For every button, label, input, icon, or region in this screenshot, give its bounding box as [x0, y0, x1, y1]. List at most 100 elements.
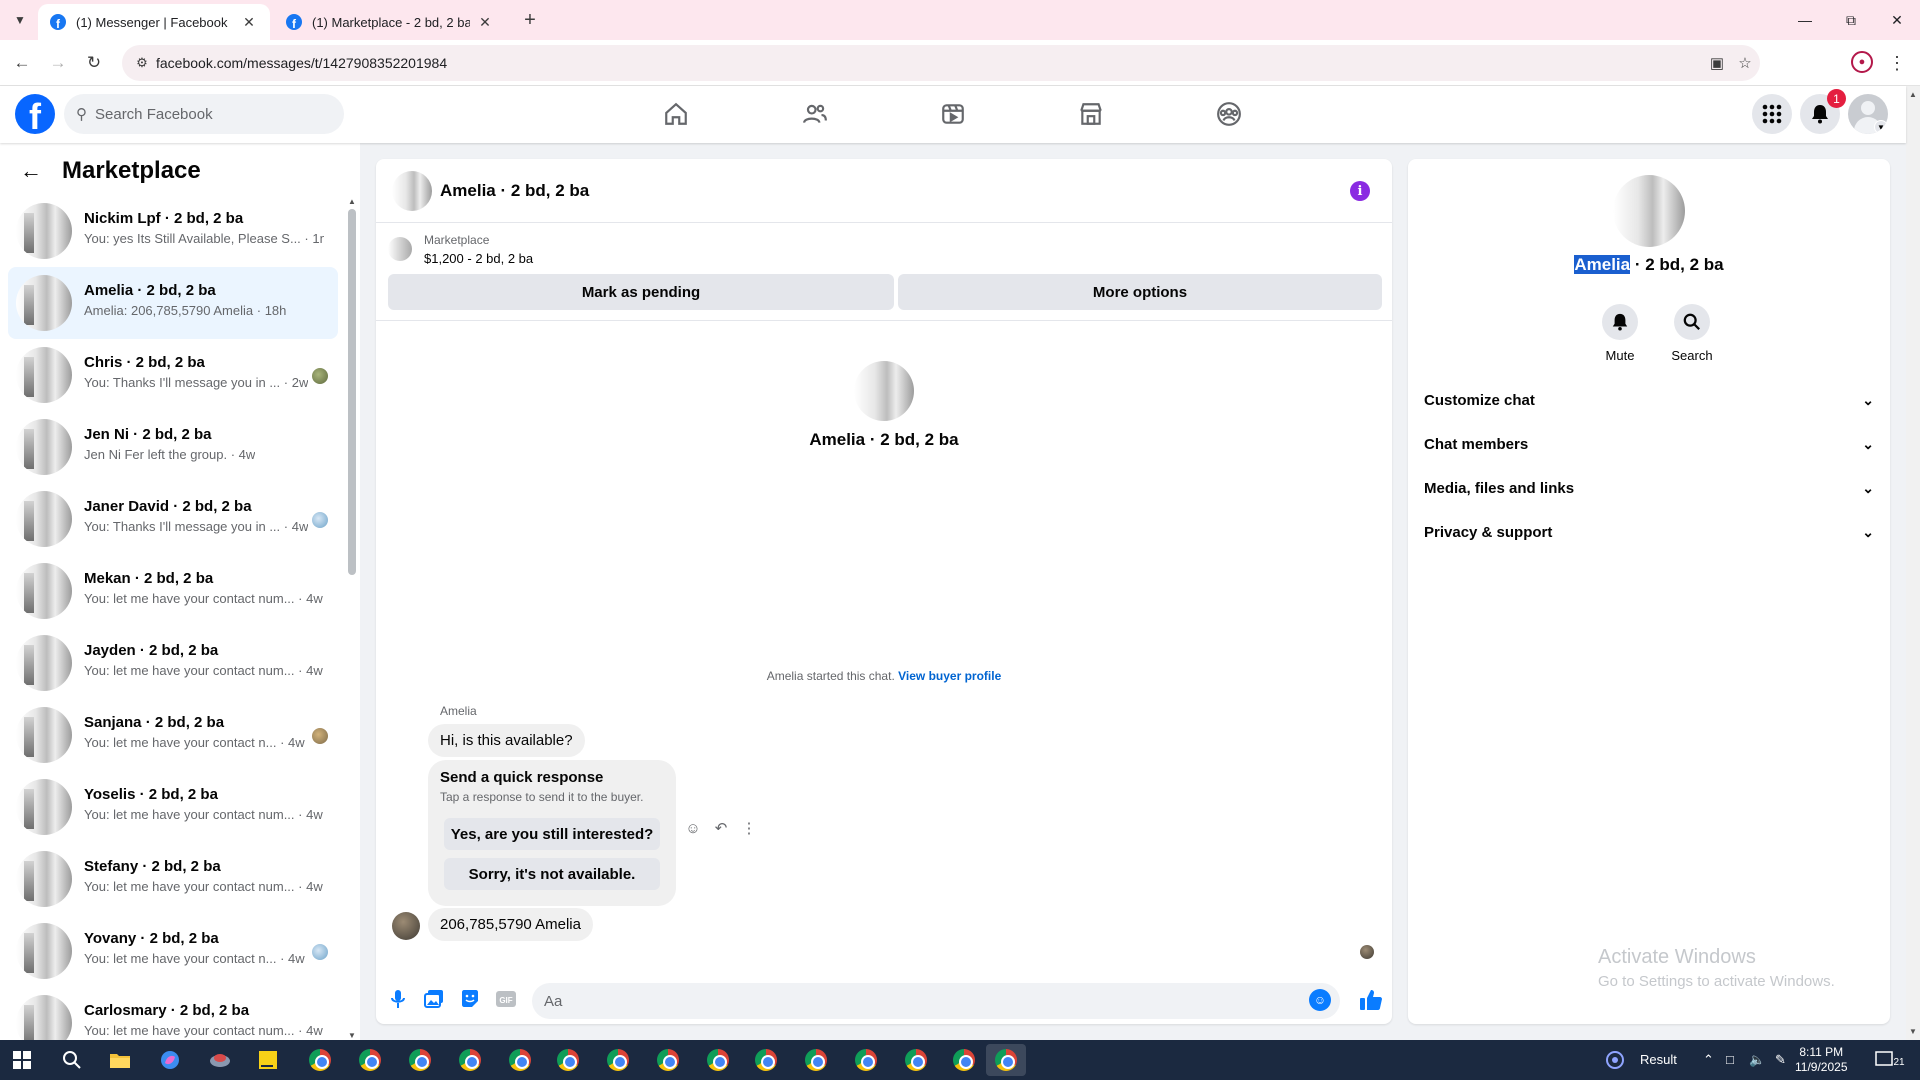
sender-avatar[interactable] — [392, 912, 420, 940]
chat-list-item[interactable]: Jen Ni · 2 bd, 2 ba Jen Ni Fer left the g… — [8, 411, 338, 483]
photo-icon[interactable] — [422, 987, 446, 1011]
browser-tab-marketplace[interactable]: f (1) Marketplace - 2 bd, 2 ba | Fa ✕ — [274, 4, 506, 40]
emoji-icon[interactable]: ☺ — [1309, 989, 1331, 1011]
show-hidden-icons-icon[interactable]: ⌃ — [1703, 1052, 1714, 1068]
volume-icon[interactable]: 🔈 — [1749, 1052, 1765, 1068]
chrome-icon[interactable] — [500, 1044, 540, 1076]
chat-list-item[interactable]: Chris · 2 bd, 2 ba You: Thanks I'll messa… — [8, 339, 338, 411]
more-options-button[interactable]: More options — [898, 274, 1382, 310]
home-icon[interactable] — [656, 94, 696, 134]
reply-icon[interactable]: ↶ — [711, 818, 731, 838]
gif-icon[interactable]: GIF — [494, 987, 518, 1011]
chat-list-item[interactable]: Sanjana · 2 bd, 2 ba You: let me have you… — [8, 699, 338, 771]
conversation-title[interactable]: Amelia · 2 bd, 2 ba — [440, 181, 589, 201]
marketplace-icon[interactable] — [1071, 94, 1111, 134]
result-app-icon[interactable] — [1600, 1044, 1630, 1076]
chrome-icon[interactable] — [846, 1044, 886, 1076]
facebook-search-input[interactable] — [95, 105, 315, 123]
back-icon[interactable]: ← — [10, 51, 34, 75]
message-bubble[interactable]: Hi, is this available? — [428, 724, 585, 757]
thumbs-up-icon[interactable] — [1358, 987, 1384, 1013]
chat-listing-avatar[interactable] — [16, 707, 72, 763]
copilot-icon[interactable] — [150, 1044, 190, 1076]
close-tab-icon[interactable]: ✕ — [240, 13, 258, 31]
chrome-icon[interactable] — [944, 1044, 984, 1076]
install-app-icon[interactable]: ▣ — [1708, 54, 1726, 72]
chat-list-item[interactable]: Jayden · 2 bd, 2 ba You: let me have your… — [8, 627, 338, 699]
friends-icon[interactable] — [795, 94, 835, 134]
facebook-search[interactable]: ⚲ — [64, 94, 344, 134]
facebook-logo-icon[interactable]: f — [15, 94, 55, 134]
chrome-icon[interactable] — [698, 1044, 738, 1076]
search-icon[interactable] — [1674, 304, 1710, 340]
chat-list-item[interactable]: Janer David · 2 bd, 2 ba You: Thanks I'll… — [8, 483, 338, 555]
quick-reply-not-available-button[interactable]: Sorry, it's not available. — [444, 858, 660, 890]
minimize-icon[interactable]: — — [1782, 0, 1828, 40]
chat-list-item[interactable]: Mekan · 2 bd, 2 ba You: let me have your … — [8, 555, 338, 627]
result-label[interactable]: Result — [1640, 1052, 1677, 1067]
close-tab-icon[interactable]: ✕ — [476, 13, 494, 31]
site-settings-icon[interactable]: ⚙ — [134, 55, 150, 71]
search-action[interactable]: Search — [1662, 304, 1722, 363]
notification-center-icon[interactable]: 21 — [1870, 1044, 1910, 1076]
taskbar-search-icon[interactable] — [52, 1044, 92, 1076]
chrome-icon-active[interactable] — [986, 1044, 1026, 1076]
chrome-icon[interactable] — [648, 1044, 688, 1076]
reload-icon[interactable]: ↻ — [82, 51, 106, 75]
chat-listing-avatar[interactable] — [16, 563, 72, 619]
message-input[interactable] — [532, 983, 1340, 1019]
browser-menu-icon[interactable]: ⋮ — [1886, 51, 1908, 75]
scroll-up-icon[interactable]: ▲ — [348, 197, 356, 206]
chat-list-item[interactable]: Carlosmary · 2 bd, 2 ba You: let me have … — [8, 987, 338, 1040]
listing-thumbnail[interactable] — [388, 237, 412, 261]
listing-avatar[interactable] — [392, 171, 432, 211]
info-listing-avatar[interactable] — [1613, 175, 1685, 247]
message-bubble[interactable]: 206,785,5790 Amelia — [428, 908, 593, 941]
groups-icon[interactable] — [1209, 94, 1249, 134]
chat-list-item[interactable]: Amelia · 2 bd, 2 ba Amelia: 206,785,5790 … — [8, 267, 338, 339]
file-explorer-icon[interactable] — [100, 1044, 140, 1076]
taskbar-clock[interactable]: 8:11 PM 11/9/2025 — [1795, 1045, 1848, 1075]
back-arrow-icon[interactable]: ← — [20, 158, 42, 184]
chrome-icon[interactable] — [896, 1044, 936, 1076]
chat-listing-avatar[interactable] — [16, 419, 72, 475]
new-tab-icon[interactable]: + — [518, 8, 542, 32]
browser-profile-icon[interactable]: ● — [1851, 51, 1873, 73]
chat-list-item[interactable]: Nickim Lpf · 2 bd, 2 ba You: yes Its Stil… — [8, 195, 338, 267]
windows-start-icon[interactable] — [2, 1044, 42, 1076]
chat-members-section[interactable]: Chat members ⌄ — [1416, 426, 1882, 462]
chrome-icon[interactable] — [548, 1044, 588, 1076]
chrome-icon[interactable] — [400, 1044, 440, 1076]
chat-listing-avatar[interactable] — [16, 203, 72, 259]
chrome-icon[interactable] — [796, 1044, 836, 1076]
scrollbar-thumb[interactable] — [348, 209, 356, 575]
info-icon[interactable]: i — [1350, 181, 1370, 201]
mark-as-pending-button[interactable]: Mark as pending — [388, 274, 894, 310]
chat-listing-avatar[interactable] — [16, 995, 72, 1040]
forward-icon[interactable]: → — [46, 51, 70, 75]
chat-listing-avatar[interactable] — [16, 491, 72, 547]
tab-search-chevron-icon[interactable]: ▼ — [8, 8, 32, 32]
url-text[interactable]: facebook.com/messages/t/1427908352201984 — [156, 55, 447, 71]
restore-icon[interactable]: ⧉ — [1828, 0, 1874, 40]
pen-icon[interactable]: ✎ — [1775, 1052, 1786, 1068]
chat-listing-avatar[interactable] — [16, 923, 72, 979]
privacy-support-section[interactable]: Privacy & support ⌄ — [1416, 514, 1882, 550]
account-avatar[interactable]: ▼ — [1848, 94, 1888, 134]
view-buyer-profile-link[interactable]: View buyer profile — [898, 669, 1001, 683]
customize-chat-section[interactable]: Customize chat ⌄ — [1416, 382, 1882, 418]
more-icon[interactable]: ⋮ — [739, 818, 759, 838]
quick-reply-still-interested-button[interactable]: Yes, are you still interested? — [444, 818, 660, 850]
chat-list-scrollbar[interactable]: ▲ ▼ — [346, 143, 358, 1040]
chat-list-item[interactable]: Yoselis · 2 bd, 2 ba You: let me have you… — [8, 771, 338, 843]
chrome-icon[interactable] — [746, 1044, 786, 1076]
media-files-links-section[interactable]: Media, files and links ⌄ — [1416, 470, 1882, 506]
scroll-up-icon[interactable]: ▲ — [1909, 90, 1917, 99]
chrome-icon[interactable] — [450, 1044, 490, 1076]
bell-icon[interactable] — [1602, 304, 1638, 340]
react-icon[interactable]: ☺ — [683, 818, 703, 838]
chrome-icon[interactable] — [350, 1044, 390, 1076]
scroll-down-icon[interactable]: ▼ — [1909, 1027, 1917, 1036]
app-icon[interactable] — [200, 1044, 240, 1076]
video-icon[interactable] — [933, 94, 973, 134]
